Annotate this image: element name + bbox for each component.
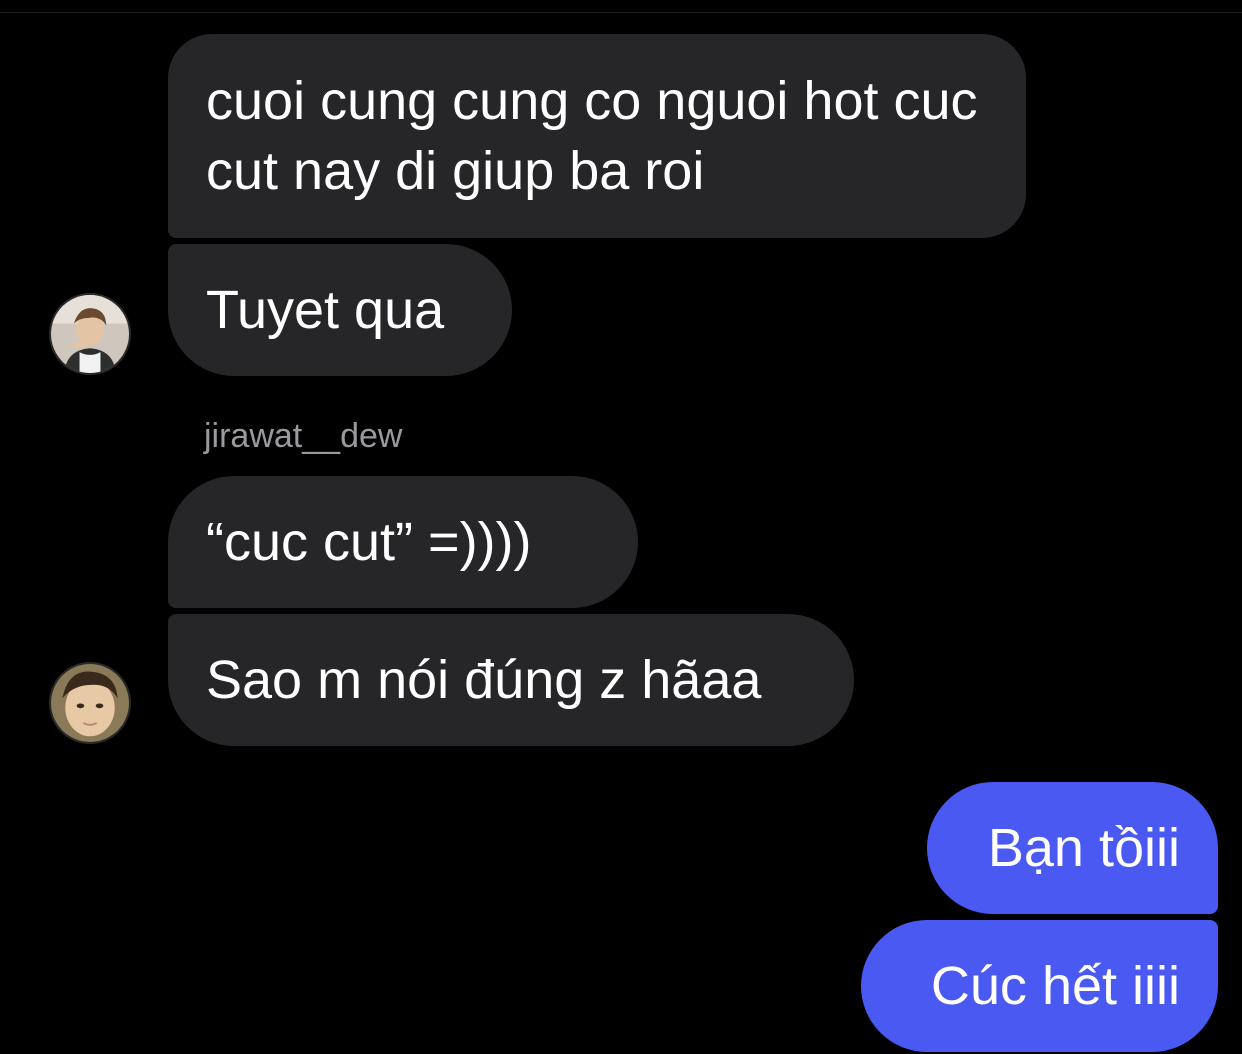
incoming-message-bubble[interactable]: Sao m nói đúng z hãaa [168,614,854,746]
user-avatar-photo-icon[interactable] [49,662,131,744]
incoming-message-bubble[interactable]: “cuc cut” =)))) [168,476,638,608]
user-avatar-photo-icon[interactable] [49,293,131,375]
outgoing-message-bubble[interactable]: Bạn tồiii [927,782,1218,914]
top-divider [0,12,1242,13]
avatar-image [51,664,129,742]
incoming-message-bubble[interactable]: cuoi cung cung co nguoi hot cuc cut nay … [168,34,1026,238]
sender-name: jirawat__dew [204,417,403,455]
avatar-image [51,295,129,373]
outgoing-message-bubble[interactable]: Cúc hết iiii [861,920,1218,1052]
incoming-message-bubble[interactable]: Tuyet qua [168,244,512,376]
